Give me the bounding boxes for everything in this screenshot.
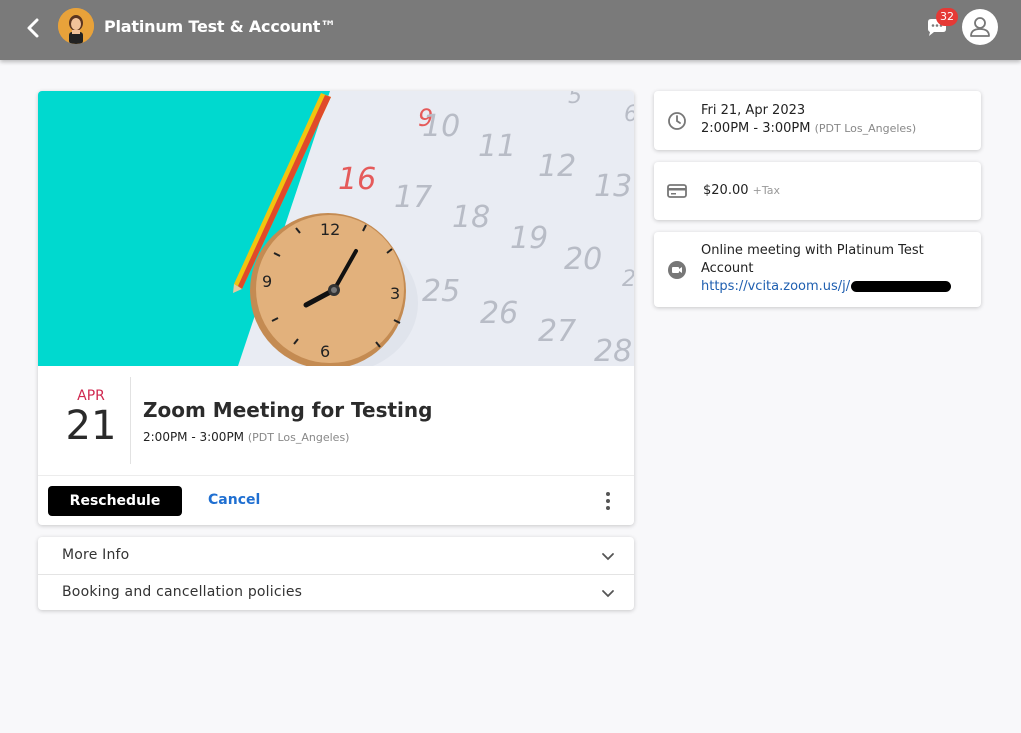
chat-badge: 32 — [936, 8, 958, 26]
clock-number: 3 — [390, 284, 400, 303]
event-day: 21 — [65, 403, 117, 449]
price-card: $20.00 +Tax — [654, 162, 981, 220]
credit-card-icon — [667, 181, 687, 201]
event-date-block: APR 21 — [52, 378, 130, 464]
meeting-text: Online meeting with Platinum Test Accoun… — [701, 242, 971, 296]
cancel-button[interactable]: Cancel — [208, 492, 260, 508]
event-hero-image: 9 10 11 12 13 16 17 18 19 20 25 26 27 28… — [38, 91, 634, 366]
calendar-number: 5 — [568, 91, 582, 109]
calendar-number: 18 — [452, 200, 490, 235]
accordion-policies[interactable]: Booking and cancellation policies — [38, 574, 634, 610]
calendar-number: 17 — [394, 180, 432, 215]
user-icon[interactable] — [962, 9, 998, 45]
calendar-number: 27 — [538, 314, 576, 349]
datetime-text: Fri 21, Apr 2023 2:00PM - 3:00PM (PDT Lo… — [701, 102, 916, 138]
calendar-number: 19 — [510, 221, 548, 256]
calendar-number: 16 — [338, 162, 376, 197]
details-time-line: 2:00PM - 3:00PM (PDT Los_Angeles) — [701, 120, 916, 138]
account-title: Platinum Test & Account™ — [104, 17, 337, 36]
details-date: Fri 21, Apr 2023 — [701, 103, 806, 118]
more-options-icon[interactable] — [600, 489, 616, 513]
price-text: $20.00 +Tax — [703, 182, 780, 200]
calendar-number: 28 — [594, 334, 632, 366]
calendar-number: 12 — [538, 149, 576, 184]
reschedule-button[interactable]: Reschedule — [48, 486, 182, 516]
actions-divider — [38, 475, 634, 476]
redacted-bar — [851, 281, 952, 292]
info-accordion: More Info Booking and cancellation polic… — [38, 537, 634, 610]
event-title: Zoom Meeting for Testing — [143, 398, 433, 422]
video-camera-icon — [667, 260, 687, 280]
clock-number: 9 — [262, 272, 272, 291]
calendar-number: 26 — [480, 296, 518, 331]
chevron-down-icon — [600, 548, 616, 564]
calendar-number: 6 — [624, 102, 634, 127]
clock-icon — [667, 111, 687, 131]
event-time: 2:00PM - 3:00PM (PDT Los_Angeles) — [143, 430, 349, 444]
clock-number: 6 — [320, 342, 330, 361]
date-divider — [130, 377, 131, 464]
calendar-number: 11 — [478, 129, 516, 164]
datetime-card: Fri 21, Apr 2023 2:00PM - 3:00PM (PDT Lo… — [654, 91, 981, 150]
account-avatar[interactable] — [58, 8, 94, 44]
details-price: $20.00 — [703, 183, 749, 198]
calendar-number: 10 — [422, 109, 460, 144]
accordion-label: More Info — [62, 547, 130, 563]
meeting-link[interactable]: https://vcita.zoom.us/j/ — [701, 279, 850, 294]
meeting-link-line: https://vcita.zoom.us/j/ — [701, 278, 971, 296]
details-tax: +Tax — [752, 184, 781, 197]
accordion-more-info[interactable]: More Info — [38, 537, 634, 573]
calendar-number: 25 — [422, 274, 460, 309]
back-arrow-icon[interactable] — [22, 16, 46, 40]
details-time: 2:00PM - 3:00PM — [701, 121, 811, 136]
clock-number: 12 — [320, 220, 340, 239]
details-timezone: (PDT Los_Angeles) — [814, 122, 917, 135]
event-timezone: (PDT Los_Angeles) — [247, 431, 350, 444]
top-bar: Platinum Test & Account™ 32 — [0, 0, 1021, 60]
chevron-down-icon — [600, 585, 616, 601]
event-card: 9 10 11 12 13 16 17 18 19 20 25 26 27 28… — [38, 91, 634, 525]
event-month: APR — [77, 388, 105, 404]
calendar-number: 20 — [564, 242, 602, 277]
event-time-range: 2:00PM - 3:00PM — [143, 430, 245, 444]
calendar-number: 2 — [622, 267, 634, 292]
calendar-number: 13 — [594, 169, 632, 204]
meeting-card: Online meeting with Platinum Test Accoun… — [654, 232, 981, 307]
meeting-description: Online meeting with Platinum Test Accoun… — [701, 243, 924, 276]
accordion-label: Booking and cancellation policies — [62, 584, 303, 600]
